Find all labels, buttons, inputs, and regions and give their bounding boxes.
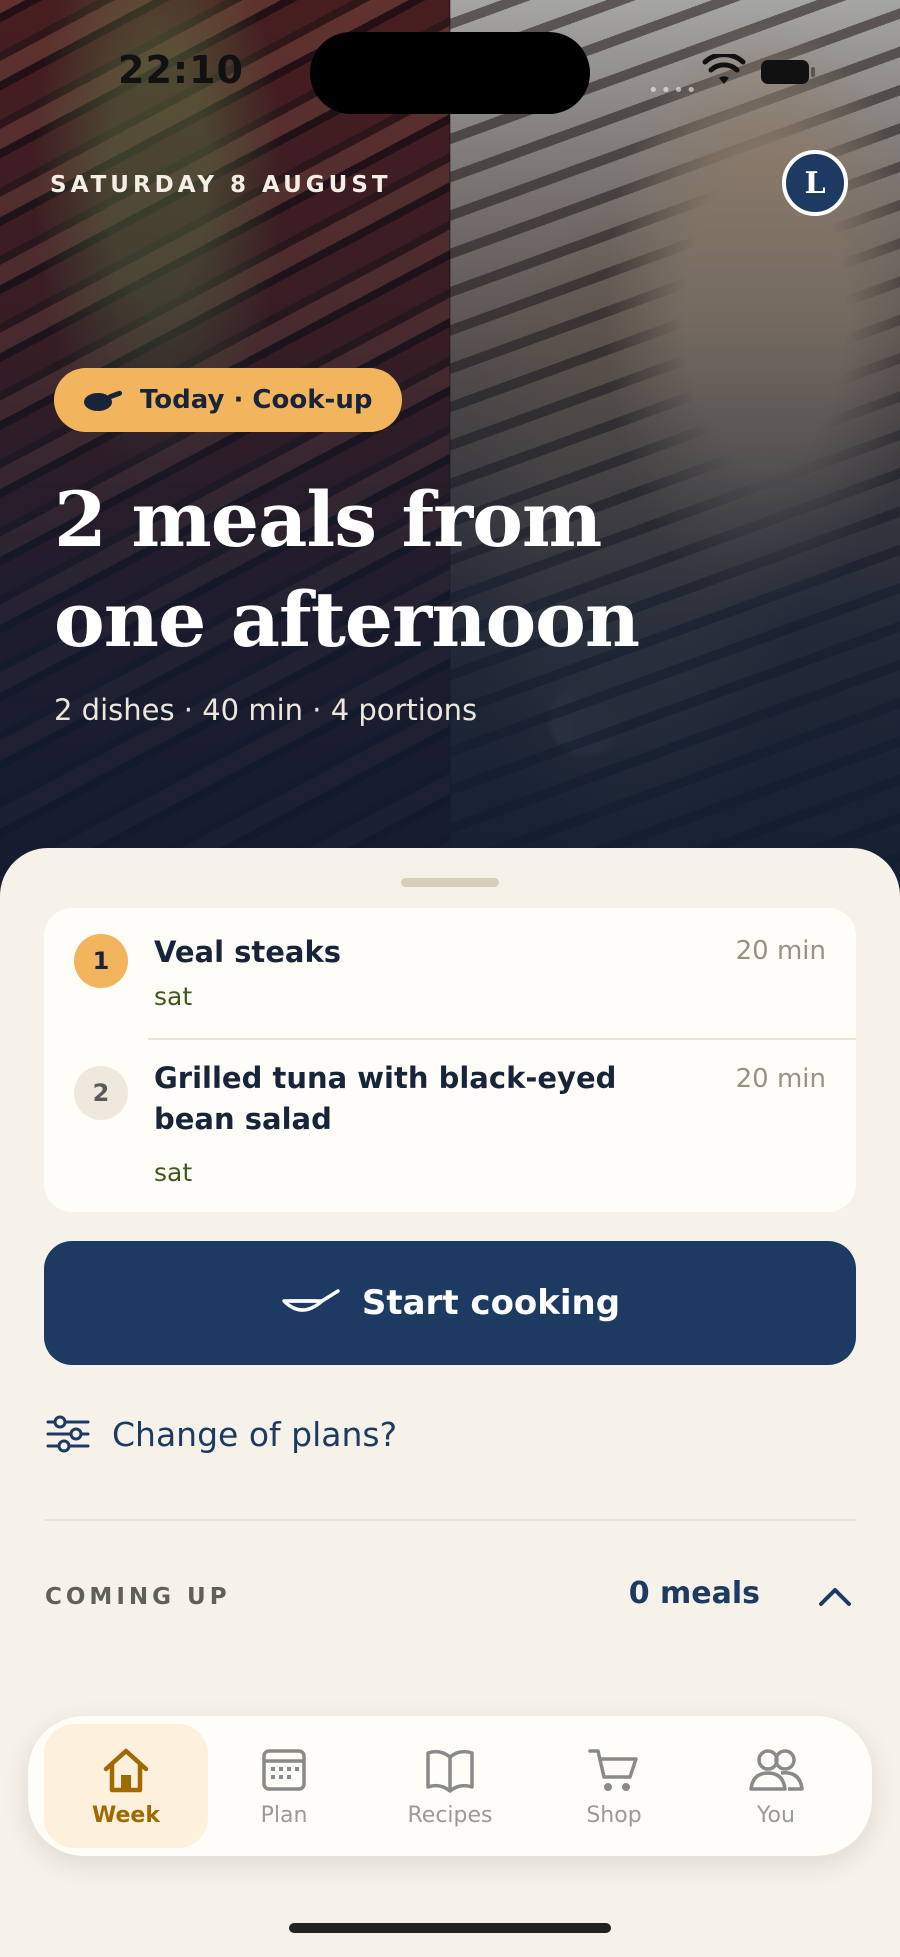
tab-label: You (757, 1802, 795, 1828)
dish-day: sat (154, 982, 193, 1011)
tab-shop[interactable]: Shop (532, 1716, 696, 1856)
tab-bar: Week Plan Recipes Shop You (28, 1716, 872, 1856)
dish-list: 1 Veal steaks sat 20 min 2 Grilled tuna … (44, 908, 856, 1212)
tab-label: Plan (260, 1802, 308, 1828)
dish-number-badge: 2 (74, 1066, 128, 1120)
calendar-icon (262, 1748, 306, 1791)
book-icon (426, 1749, 474, 1793)
people-icon (749, 1748, 804, 1791)
tab-label: Recipes (407, 1802, 493, 1828)
sliders-icon (46, 1415, 90, 1453)
wifi-icon (702, 54, 746, 84)
home-indicator[interactable] (289, 1923, 611, 1933)
start-cooking-button[interactable]: Start cooking (44, 1241, 856, 1365)
dish-duration: 20 min (735, 936, 826, 966)
status-time: 22:10 (118, 48, 244, 92)
cellular-icon: •••• (648, 80, 699, 101)
dynamic-island (310, 32, 590, 114)
dish-name: Veal steaks (154, 935, 342, 969)
tab-week[interactable]: Week (44, 1724, 208, 1848)
dish-row[interactable]: 1 Veal steaks sat 20 min (44, 908, 856, 1038)
dish-duration: 20 min (735, 1064, 826, 1094)
coming-up-heading: COMING UP (45, 1584, 231, 1610)
cookup-summary: 2 dishes · 40 min · 4 portions (54, 693, 478, 727)
sheet-grabber[interactable] (401, 878, 499, 887)
dish-number-badge: 1 (74, 934, 128, 988)
start-cooking-label: Start cooking (361, 1283, 621, 1323)
coming-up-count[interactable]: 0 meals (629, 1576, 760, 1611)
tab-label: Week (92, 1802, 160, 1828)
tab-label: Shop (586, 1802, 642, 1828)
page-title: 2 meals from one afternoon (54, 470, 814, 670)
hero-date: SATURDAY 8 AUGUST (50, 172, 392, 198)
cookup-badge-label: Today · Cook-up (140, 385, 373, 415)
pan-icon (282, 1289, 340, 1312)
profile-avatar[interactable]: L (782, 150, 848, 216)
chevron-up-icon[interactable] (818, 1584, 852, 1608)
change-of-plans-label: Change of plans? (112, 1414, 398, 1454)
section-divider (44, 1519, 856, 1521)
status-bar: 22:10 •••• (0, 0, 900, 140)
tab-recipes[interactable]: Recipes (368, 1716, 532, 1856)
cart-icon (588, 1748, 638, 1791)
tab-you[interactable]: You (694, 1716, 858, 1856)
dish-day: sat (154, 1158, 193, 1187)
page-title-line-2: one afternoon (54, 575, 640, 664)
page-title-line-1: 2 meals from (54, 475, 602, 564)
pan-icon (84, 390, 123, 411)
battery-icon (761, 60, 815, 84)
tab-plan[interactable]: Plan (202, 1716, 366, 1856)
dish-row[interactable]: 2 Grilled tuna with black-eyed bean sala… (44, 1040, 856, 1212)
change-of-plans-link[interactable]: Change of plans? (46, 1414, 397, 1454)
home-icon (103, 1748, 149, 1792)
today-cookup-badge: Today · Cook-up (54, 368, 403, 432)
dish-name: Grilled tuna with black-eyed bean salad (154, 1061, 617, 1136)
